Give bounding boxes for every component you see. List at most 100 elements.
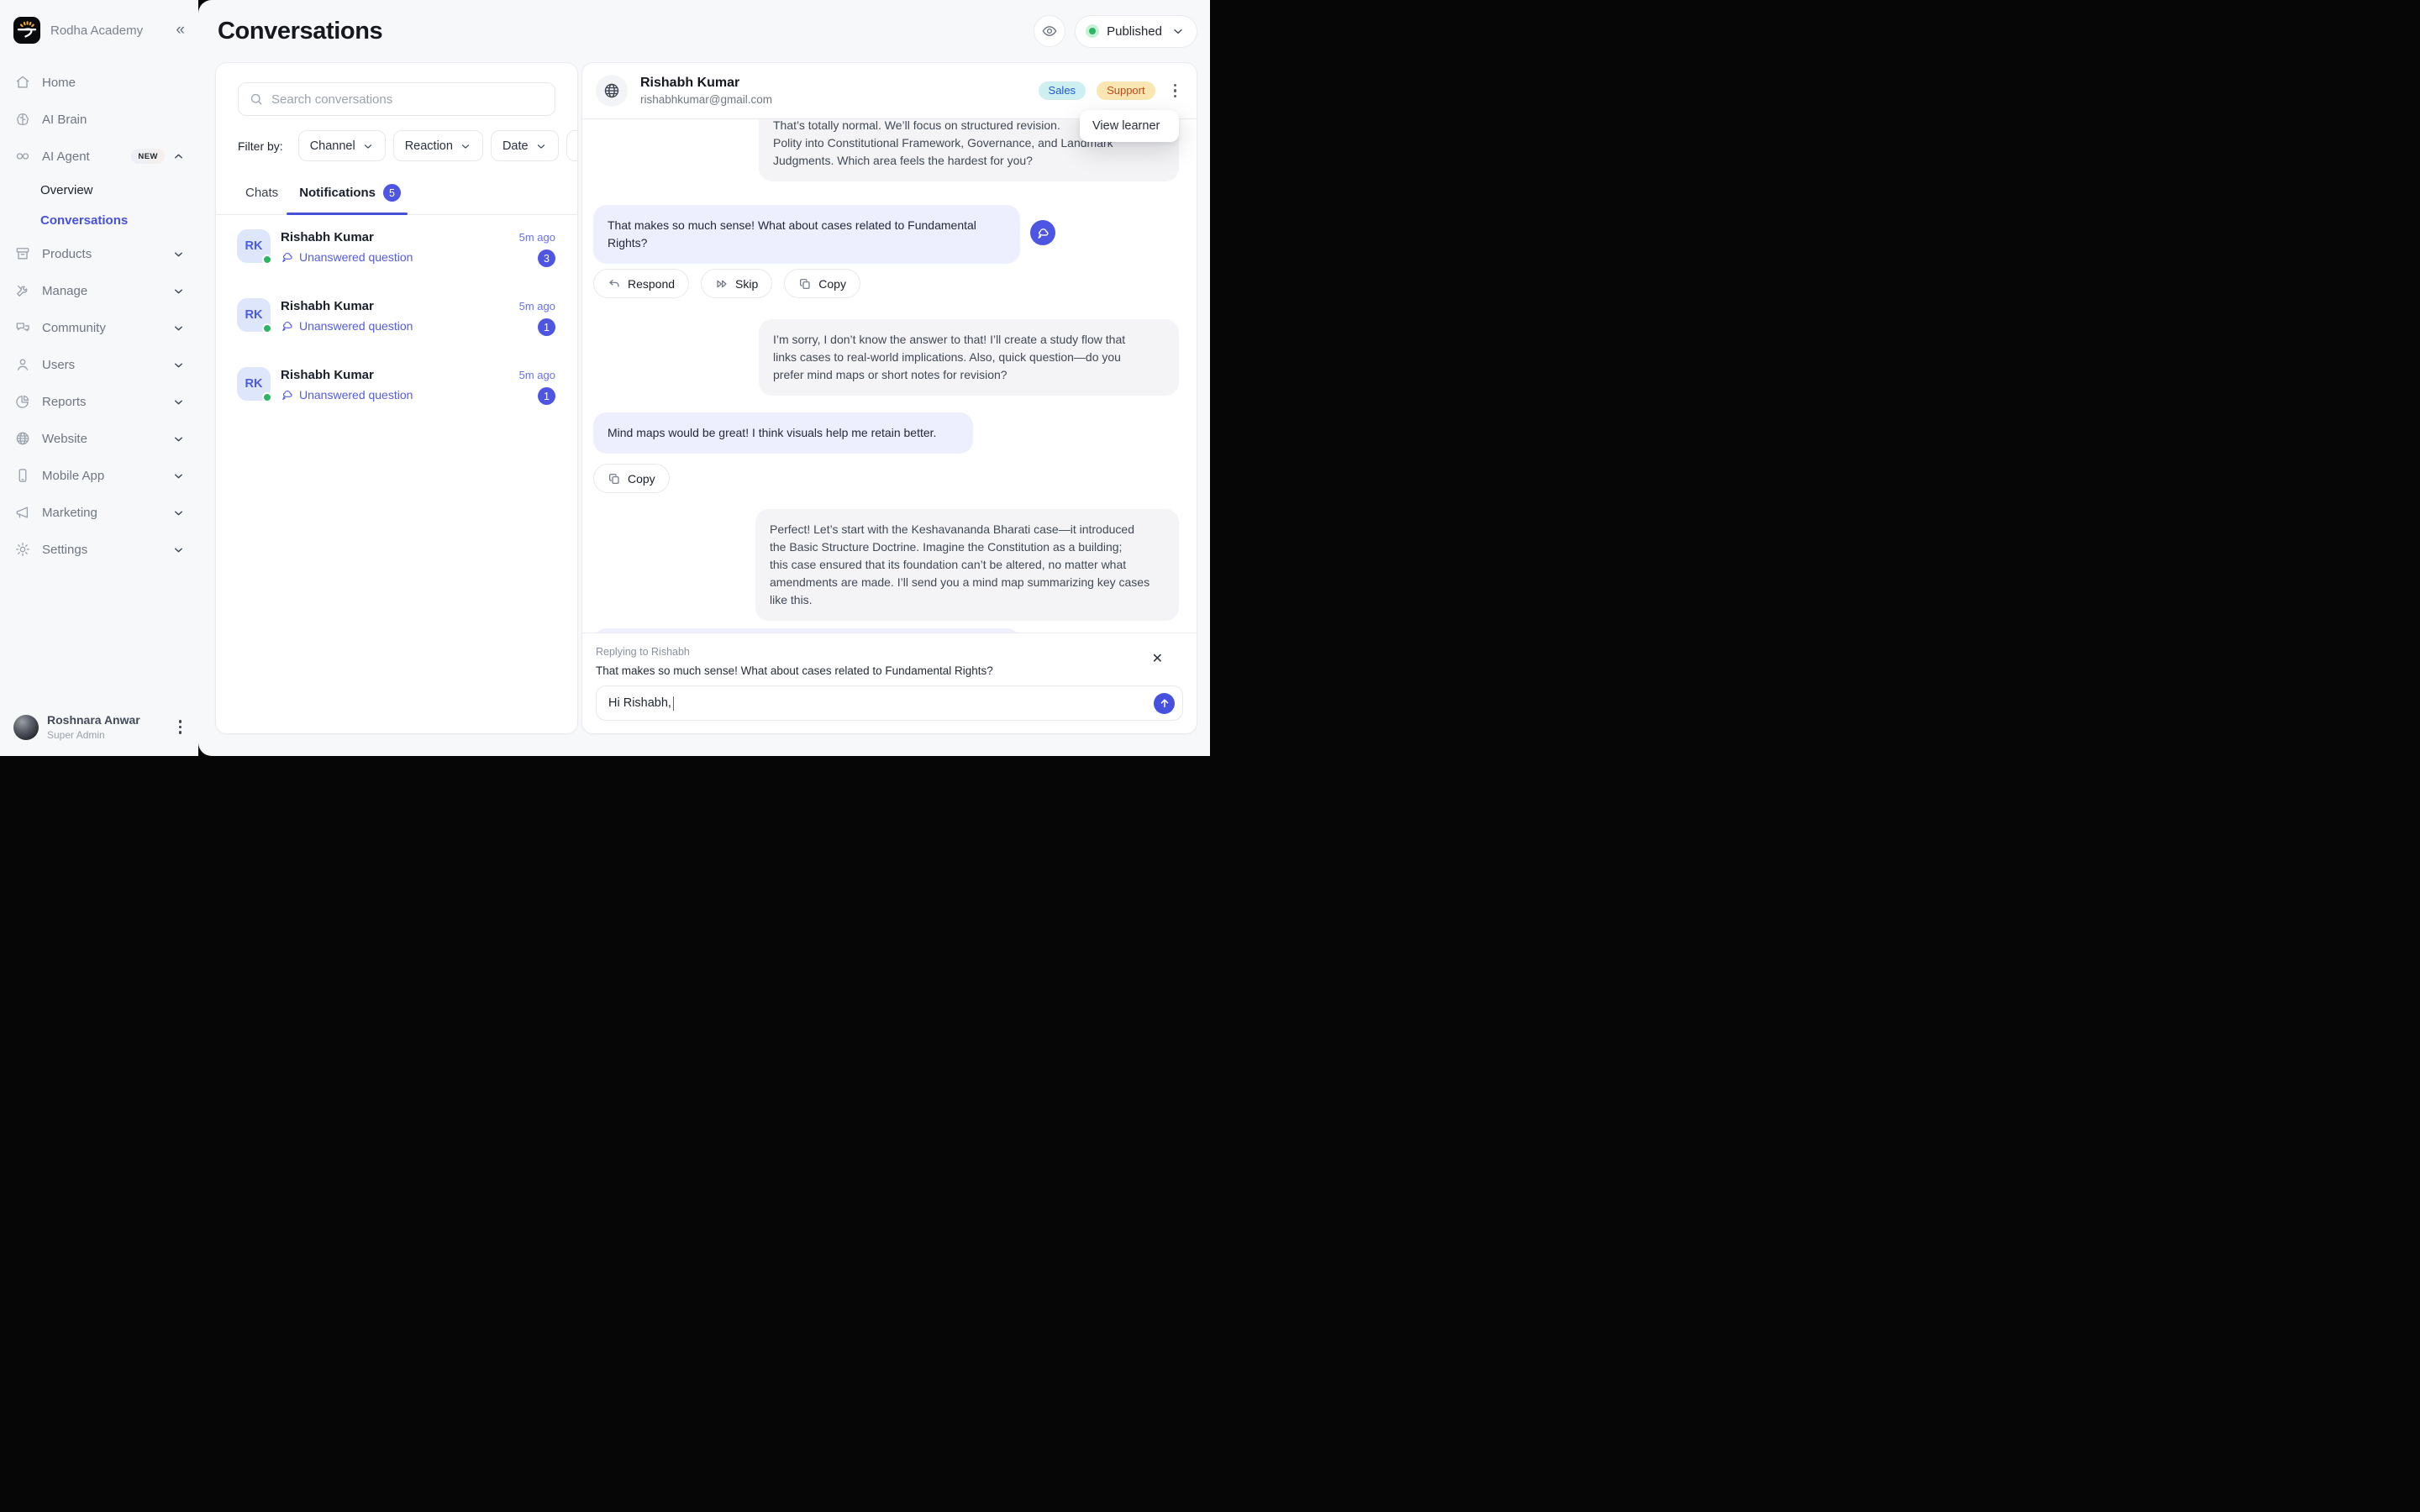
chat-contact-name: Rishabh Kumar	[640, 76, 772, 91]
filter-audience[interactable]: Audience	[566, 130, 577, 161]
online-dot	[262, 392, 272, 402]
skip-button[interactable]: Skip	[701, 269, 772, 298]
contact-name: Rishabh Kumar	[281, 368, 413, 382]
notification-status: Unanswered question	[281, 388, 413, 402]
reply-input[interactable]: Hi Rishabh,	[596, 685, 1183, 721]
sidebar-item-mobile-app[interactable]: Mobile App	[0, 457, 198, 494]
new-badge: NEW	[131, 149, 165, 164]
message-actions: Copy	[593, 464, 670, 493]
rodha-logo	[13, 17, 40, 44]
skip-forward-icon	[715, 277, 729, 291]
notification-item[interactable]: RK Rishabh Kumar Unanswered question 5m …	[216, 229, 577, 267]
brand-name: Rodha Academy	[50, 24, 143, 38]
chevron-down-icon	[535, 140, 547, 152]
contact-initials-avatar: RK	[237, 298, 271, 332]
notification-status: Unanswered question	[281, 250, 413, 264]
sidebar-item-ai-agent[interactable]: AI Agent NEW	[0, 138, 198, 175]
chat-bubbles-icon	[14, 319, 31, 336]
reply-composer: Replying to Rishabh ✕ That makes so much…	[582, 633, 1197, 733]
notification-item[interactable]: RK Rishabh Kumar Unanswered question 5m …	[216, 298, 577, 336]
chevron-down-icon	[172, 322, 185, 334]
sidebar-item-home[interactable]: Home	[0, 64, 198, 101]
chat-menu-icon[interactable]	[1171, 81, 1180, 101]
respond-button[interactable]: Respond	[593, 269, 689, 298]
tag-sales: Sales	[1039, 81, 1086, 100]
contact-name: Rishabh Kumar	[281, 230, 413, 244]
reply-input-value: Hi Rishabh,	[608, 696, 671, 710]
avatar	[13, 715, 39, 740]
sidebar-item-website[interactable]: Website	[0, 420, 198, 457]
filter-date[interactable]: Date	[491, 130, 559, 161]
message-scroll-area[interactable]: That’s totally normal. We’ll focus on st…	[582, 119, 1197, 633]
message-bubble-agent: Perfect! Let’s start with the Keshavanan…	[755, 509, 1179, 621]
chevron-down-icon	[172, 507, 185, 519]
contact-initials-avatar: RK	[237, 229, 271, 263]
tab-chats[interactable]: Chats	[245, 184, 278, 202]
publish-status-dropdown[interactable]: Published	[1075, 15, 1197, 48]
sidebar-item-users[interactable]: Users	[0, 346, 198, 383]
home-icon	[14, 74, 31, 91]
thought-bubble-icon	[281, 250, 294, 264]
active-tab-underline	[287, 213, 408, 215]
filter-channel[interactable]: Channel	[298, 130, 386, 161]
filter-reaction[interactable]: Reaction	[393, 130, 483, 161]
sidebar-nav: Home AI Brain AI Agent NEW Overview Conv…	[0, 64, 198, 568]
timestamp: 5m ago	[519, 231, 555, 244]
chevron-down-icon	[1171, 24, 1185, 38]
tools-icon	[14, 282, 31, 299]
eye-icon	[1041, 23, 1058, 39]
send-button[interactable]	[1154, 693, 1175, 714]
filter-row: Filter by: Channel Reaction Date Audienc…	[238, 130, 577, 161]
sidebar-item-overview[interactable]: Overview	[0, 175, 198, 205]
globe-avatar	[596, 75, 628, 107]
chevron-down-icon	[172, 543, 185, 556]
chevron-up-icon	[172, 150, 185, 163]
publish-status-label: Published	[1107, 24, 1162, 39]
chevron-down-icon	[172, 285, 185, 297]
message-bubble-learner: That makes so much sense! What about cas…	[593, 205, 1020, 264]
sidebar-collapse-icon[interactable]: «	[176, 22, 185, 39]
sidebar-item-reports[interactable]: Reports	[0, 383, 198, 420]
main-header: Conversations Published	[198, 0, 1210, 62]
text-cursor	[673, 696, 675, 711]
timestamp: 5m ago	[519, 300, 555, 312]
filter-label: Filter by:	[238, 139, 283, 153]
chevron-down-icon	[172, 248, 185, 260]
menu-item-view-learner[interactable]: View learner	[1080, 110, 1179, 142]
sidebar: Rodha Academy « Home AI Brain AI Agent N…	[0, 0, 198, 756]
chevron-down-icon	[172, 470, 185, 482]
sidebar-item-products[interactable]: Products	[0, 235, 198, 272]
tag-support: Support	[1097, 81, 1155, 100]
sidebar-item-settings[interactable]: Settings	[0, 531, 198, 568]
search-icon	[249, 92, 264, 107]
search-box[interactable]	[238, 82, 555, 116]
megaphone-icon	[14, 504, 31, 521]
tab-notifications[interactable]: Notifications 5	[299, 184, 401, 202]
preview-button[interactable]	[1034, 15, 1065, 47]
user-footer[interactable]: Roshnara Anwar Super Admin	[0, 713, 198, 756]
timestamp: 5m ago	[519, 369, 555, 381]
page-title: Conversations	[218, 18, 382, 45]
sidebar-item-ai-brain[interactable]: AI Brain	[0, 101, 198, 138]
unread-count-badge: 3	[538, 249, 555, 267]
reply-icon	[608, 277, 621, 291]
thought-bubble-badge[interactable]	[1030, 220, 1055, 245]
close-icon[interactable]: ✕	[1152, 650, 1163, 667]
notification-status: Unanswered question	[281, 319, 413, 333]
list-tabs: Chats Notifications 5	[216, 184, 577, 215]
sidebar-item-community[interactable]: Community	[0, 309, 198, 346]
search-input[interactable]	[271, 92, 544, 107]
message-bubble-agent: I’m sorry, I don’t know the answer to th…	[759, 319, 1179, 396]
sidebar-item-manage[interactable]: Manage	[0, 272, 198, 309]
thought-bubble-icon	[281, 388, 294, 402]
notification-item[interactable]: RK Rishabh Kumar Unanswered question 5m …	[216, 367, 577, 405]
gear-icon	[14, 541, 31, 558]
sidebar-item-marketing[interactable]: Marketing	[0, 494, 198, 531]
sidebar-item-conversations[interactable]: Conversations	[0, 205, 198, 235]
chevron-down-icon	[172, 433, 185, 445]
archive-icon	[14, 245, 31, 262]
chevron-down-icon	[362, 140, 374, 152]
copy-button[interactable]: Copy	[784, 269, 860, 298]
user-menu-icon[interactable]	[176, 717, 185, 737]
copy-button[interactable]: Copy	[593, 464, 670, 493]
